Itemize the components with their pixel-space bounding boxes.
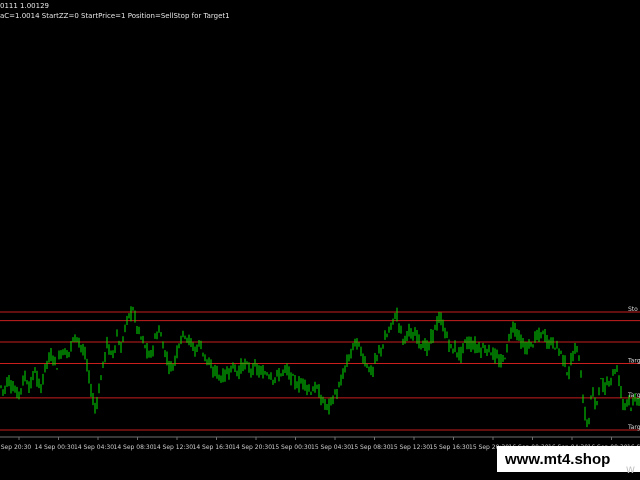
x-tick-label: 14 Sep 00:30: [35, 444, 75, 451]
x-tick-label: 14 Sep 12:30: [153, 444, 193, 451]
x-tick-label: 14 Sep 16:30: [193, 444, 233, 451]
x-tick-label: 15 Sep 08:30: [351, 444, 391, 451]
price-chart[interactable]: StoTargTargTarg 9 Sep 20:3014 Sep 00:301…: [0, 0, 640, 480]
watermark-text: www.mt4.shop: [505, 450, 611, 468]
x-tick-label: 15 Sep 12:30: [390, 444, 430, 451]
x-tick-label: 14 Sep 04:30: [74, 444, 114, 451]
x-tick-label: 14 Sep 20:30: [232, 444, 272, 451]
level-label-target3: Targ: [627, 424, 640, 431]
x-tick-label: 14 Sep 08:30: [114, 444, 154, 451]
chart-window[interactable]: 0111 1.00129 aC=1.0014 StartZZ=0 StartPr…: [0, 0, 640, 480]
level-label-target1: Targ: [627, 357, 640, 364]
watermark-banner: www.mt4.shop: [497, 446, 640, 472]
x-tick-label: 15 Sep 16:30: [430, 444, 470, 451]
x-tick-label: 15 Sep 00:30: [272, 444, 312, 451]
x-tick-label: 9 Sep 20:30: [0, 444, 31, 451]
level-label-stop-top: Sto: [628, 306, 638, 313]
watermark-tail: W: [626, 466, 635, 476]
x-tick-label: 15 Sep 04:30: [311, 444, 351, 451]
